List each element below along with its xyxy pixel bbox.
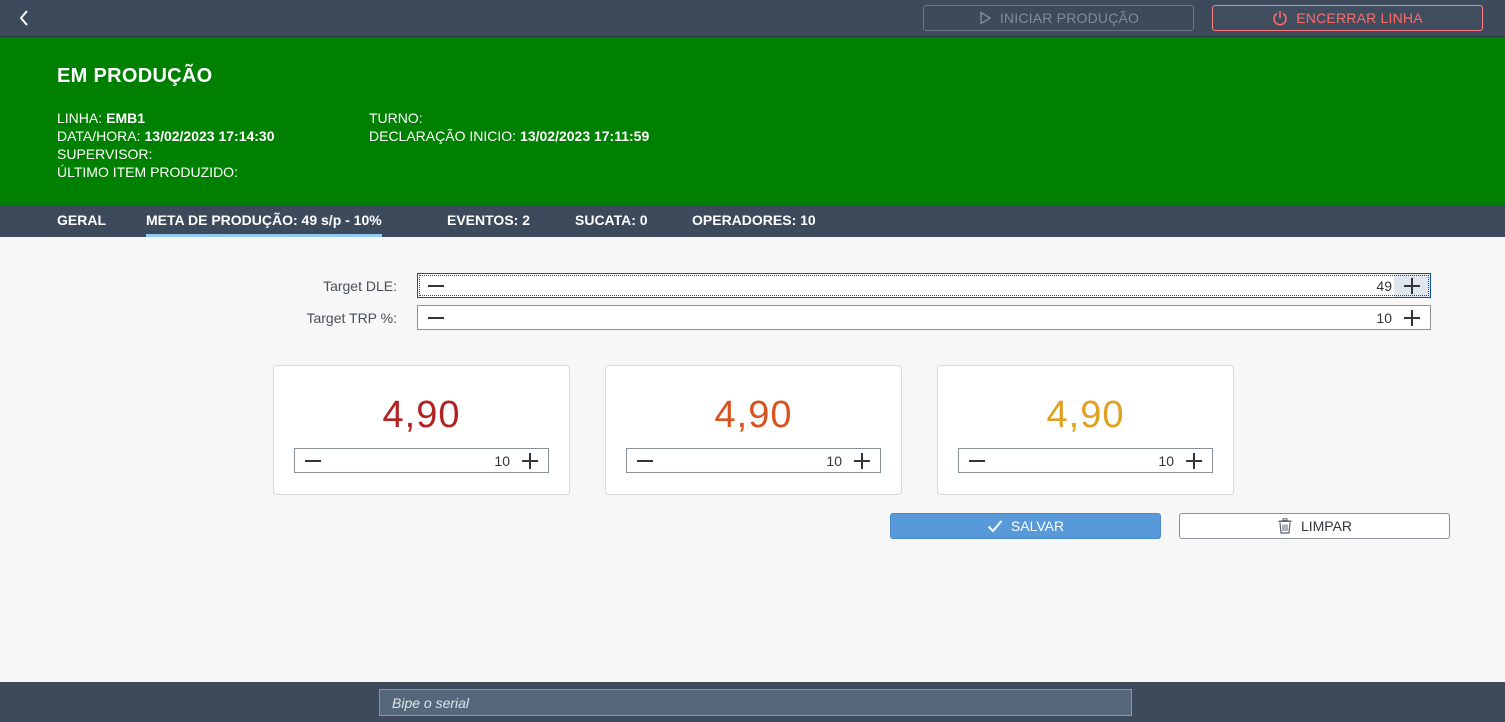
meta-card-value: 4,90 [1046,394,1125,436]
chevron-left-icon [19,10,28,26]
datetime-label: DATA/HORA: [57,128,141,144]
back-button[interactable] [12,6,36,30]
meta-card-increment-button[interactable] [512,449,548,472]
meta-card-increment-button[interactable] [1176,449,1212,472]
target-trp-value[interactable]: 10 [454,310,1394,326]
minus-icon [969,459,985,462]
target-trp-stepper[interactable]: 10 [417,305,1431,330]
save-label: SALVAR [1010,518,1065,534]
play-icon [980,11,992,25]
plus-icon [854,452,870,469]
supervisor-info: SUPERVISOR: [57,145,152,163]
target-dle-value[interactable]: 49 [454,278,1394,294]
meta-card-3: 4,90 10 [937,365,1234,495]
meta-card-stepper[interactable]: 10 [958,448,1213,473]
status-title: EM PRODUÇÃO [57,65,213,87]
target-dle-increment-button[interactable] [1394,274,1430,297]
meta-card-increment-button[interactable] [844,449,880,472]
serial-input[interactable] [379,689,1132,716]
clear-label: LIMPAR [1300,518,1353,534]
target-trp-decrement-button[interactable] [418,306,454,329]
meta-card-stepper[interactable]: 10 [294,448,549,473]
meta-card-value: 4,90 [714,394,793,436]
tab-sucata[interactable]: SUCATA: 0 [575,205,648,237]
target-trp-label: Target TRP %: [306,310,397,326]
supervisor-label: SUPERVISOR: [57,146,153,162]
minus-icon [305,459,321,462]
meta-card-step-value[interactable]: 10 [663,453,844,469]
start-production-label: INICIAR PRODUÇÃO [999,10,1140,26]
shift-info: TURNO: [369,109,423,127]
start-declaration-label: DECLARAÇÃO INICIO: [369,128,517,144]
datetime-info: DATA/HORA: 13/02/2023 17:14:30 [57,127,275,145]
meta-card-step-value[interactable]: 10 [331,453,512,469]
line-info: LINHA: EMB1 [57,109,145,127]
meta-card-2: 4,90 10 [605,365,902,495]
start-declaration-info: DECLARAÇÃO INICIO: 13/02/2023 17:11:59 [369,127,649,145]
minus-icon [637,459,653,462]
last-item-label: ÚLTIMO ITEM PRODUZIDO: [57,164,238,180]
plus-icon [1404,309,1420,326]
shift-label: TURNO: [369,110,423,126]
clear-button[interactable]: LIMPAR [1179,513,1450,539]
tab-meta-producao[interactable]: META DE PRODUÇÃO: 49 s/p - 10% [146,205,382,237]
target-dle-decrement-button[interactable] [418,274,454,297]
meta-card-decrement-button[interactable] [295,449,331,472]
footer-bar [0,682,1505,722]
tab-bar: GERAL META DE PRODUÇÃO: 49 s/p - 10% EVE… [0,205,1505,237]
power-icon [1273,11,1288,26]
meta-card-1: 4,90 10 [273,365,570,495]
end-line-label: ENCERRAR LINHA [1296,10,1423,26]
minus-icon [428,316,444,319]
target-dle-label: Target DLE: [323,278,397,294]
checkmark-icon [987,520,1003,533]
meta-card-stepper[interactable]: 10 [626,448,881,473]
plus-icon [1186,452,1202,469]
trash-icon [1278,518,1292,534]
start-declaration-value: 13/02/2023 17:11:59 [520,128,650,144]
plus-icon [1404,277,1420,294]
line-value: EMB1 [106,110,146,126]
last-item-info: ÚLTIMO ITEM PRODUZIDO: [57,163,238,181]
tab-operadores[interactable]: OPERADORES: 10 [692,205,816,237]
tab-geral[interactable]: GERAL [57,205,106,237]
status-panel: EM PRODUÇÃO LINHA: EMB1 DATA/HORA: 13/02/2… [0,37,1505,205]
minus-icon [428,284,444,287]
shell-bar: INICIAR PRODUÇÃO ENCERRAR LINHA [0,0,1505,37]
target-trp-increment-button[interactable] [1394,306,1430,329]
datetime-value: 13/02/2023 17:14:30 [144,128,275,144]
meta-card-decrement-button[interactable] [959,449,995,472]
meta-card-value: 4,90 [382,394,461,436]
meta-card-step-value[interactable]: 10 [995,453,1176,469]
save-button[interactable]: SALVAR [890,513,1161,539]
meta-card-decrement-button[interactable] [627,449,663,472]
tab-eventos[interactable]: EVENTOS: 2 [447,205,530,237]
line-label: LINHA: [57,110,103,126]
plus-icon [522,452,538,469]
target-dle-stepper[interactable]: 49 [417,273,1431,298]
end-line-button[interactable]: ENCERRAR LINHA [1212,5,1483,31]
start-production-button[interactable]: INICIAR PRODUÇÃO [923,5,1194,31]
